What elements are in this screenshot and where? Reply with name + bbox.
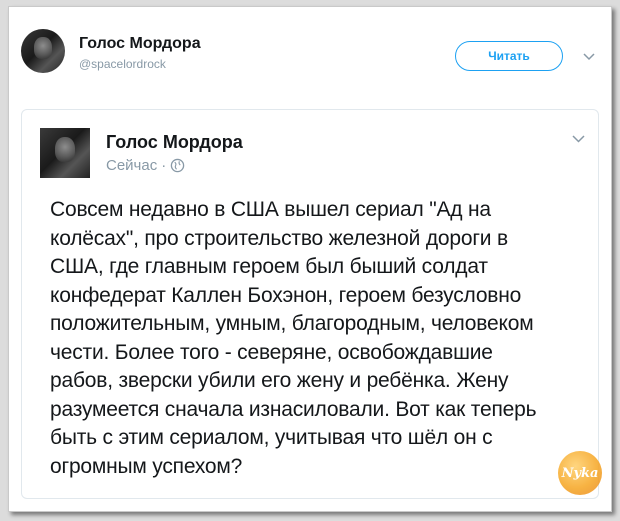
tweet-text-line: рабов, зверски убили его жену и ребёнка.…: [50, 369, 509, 392]
tweet-text-line: огромным успехом?: [50, 454, 243, 478]
author-avatar[interactable]: [21, 29, 65, 73]
tweet-text-line: конфедерат Каллен Бохэнон, героем безусл…: [50, 283, 522, 307]
tweet-text-line: США, где главным героем был быший солдат: [50, 255, 488, 278]
quoted-chevron-down-icon[interactable]: [572, 132, 585, 144]
chevron-down-icon[interactable]: [583, 51, 595, 63]
author-handle[interactable]: @spacelordrock: [79, 57, 166, 71]
tweet-text-line: Совсем недавно в США вышел сериал "Ад на: [50, 198, 491, 221]
timestamp[interactable]: Сейчас: [106, 157, 157, 174]
meta-separator: ·: [161, 157, 167, 174]
globe-icon: [170, 158, 185, 173]
tweet-text-line: разумеется сначала изнасиловали. Вот как…: [50, 397, 537, 421]
quoted-tweet-card[interactable]: Голос Мордора Сейчас · Совсем недавно в …: [21, 109, 599, 499]
tweet-screenshot-frame: Голос Мордора @spacelordrock Читать Голо…: [8, 6, 612, 512]
tweet-text-line: чести. Более того - северяне, освобождав…: [50, 340, 493, 364]
tweet-text-line: колёсах", про строительство железной дор…: [50, 226, 508, 250]
author-name[interactable]: Голос Мордора: [79, 35, 201, 53]
tweet-text-line: положительным, умным, благородным, челов…: [50, 312, 534, 335]
watermark-logo: Nyka: [558, 451, 602, 495]
tweet-text: Совсем недавно в США вышел сериал "Ад на…: [50, 196, 580, 481]
quoted-author-avatar[interactable]: [40, 128, 90, 178]
quoted-author-name[interactable]: Голос Мордора: [106, 132, 243, 153]
follow-button[interactable]: Читать: [455, 41, 563, 71]
quoted-tweet-meta: Сейчас ·: [106, 157, 185, 174]
tweet-text-line: быть с этим сериалом, учитывая что шёл о…: [50, 426, 493, 449]
